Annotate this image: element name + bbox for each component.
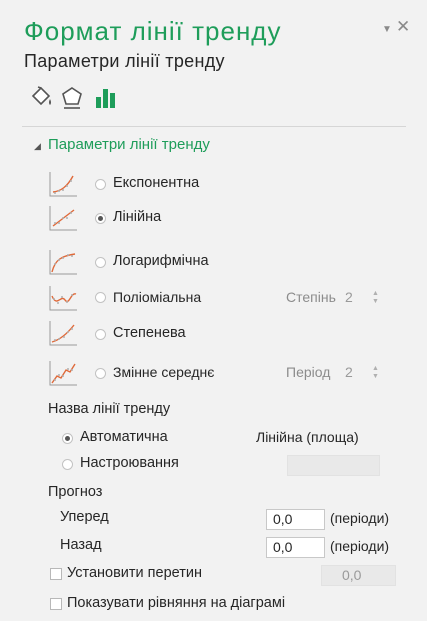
- set-intercept-checkbox[interactable]: [50, 568, 62, 580]
- polynomial-trend-icon: [49, 286, 77, 311]
- fill-bucket-icon[interactable]: [28, 84, 54, 112]
- exponential-radio[interactable]: [95, 179, 106, 190]
- power-trend-icon: [49, 321, 77, 346]
- automatic-name-label[interactable]: Автоматична: [80, 429, 168, 445]
- linear-radio[interactable]: [95, 213, 106, 224]
- logarithmic-radio[interactable]: [95, 257, 106, 268]
- polynomial-radio[interactable]: [95, 292, 106, 303]
- exponential-label[interactable]: Експонентна: [113, 175, 199, 191]
- forward-input[interactable]: 0,0: [266, 509, 325, 530]
- custom-name-radio[interactable]: [62, 459, 73, 470]
- section-title[interactable]: Параметри лінії тренду: [48, 136, 210, 153]
- automatic-name-radio[interactable]: [62, 433, 73, 444]
- pane-title: Формат лінії тренду: [24, 16, 282, 46]
- linear-label[interactable]: Лінійна: [113, 209, 161, 225]
- bar-chart-icon[interactable]: [93, 84, 119, 112]
- moving-average-radio[interactable]: [95, 368, 106, 379]
- format-trendline-pane: Формат лінії тренду ▼ ✕ Параметри лінії …: [0, 0, 427, 621]
- backward-input[interactable]: 0,0: [266, 537, 325, 558]
- set-intercept-label[interactable]: Установити перетин: [67, 565, 202, 581]
- trendline-name-heading: Назва лінії тренду: [48, 401, 171, 417]
- show-equation-checkbox[interactable]: [50, 598, 62, 610]
- pentagon-icon[interactable]: [59, 84, 85, 112]
- polynomial-label[interactable]: Поліоміальна: [113, 289, 201, 305]
- backward-label: Назад: [60, 537, 102, 553]
- custom-name-label[interactable]: Настроювання: [80, 455, 179, 471]
- separator: [22, 126, 406, 127]
- pane-options-icon[interactable]: ▼: [382, 24, 392, 35]
- collapse-triangle-icon[interactable]: ◢: [34, 141, 41, 152]
- logarithmic-label[interactable]: Логарифмічна: [113, 253, 209, 269]
- moving-average-label[interactable]: Змінне середнє: [113, 364, 214, 380]
- moving-average-trend-icon: [49, 361, 77, 386]
- forward-label: Уперед: [60, 509, 109, 525]
- show-equation-label[interactable]: Показувати рівняння на діаграмі: [67, 595, 285, 611]
- logarithmic-trend-icon: [49, 250, 77, 275]
- automatic-name-value: Лінійна (площа): [256, 429, 359, 445]
- order-spinner[interactable]: 2 ▲ ▼: [341, 287, 387, 309]
- intercept-input[interactable]: 0,0: [321, 565, 396, 586]
- pane-subtitle[interactable]: Параметри лінії тренду: [24, 51, 225, 72]
- spin-arrows-icon[interactable]: ▲ ▼: [372, 365, 379, 381]
- power-radio[interactable]: [95, 329, 106, 340]
- order-value[interactable]: 2: [345, 289, 353, 305]
- custom-name-input[interactable]: [287, 455, 380, 476]
- power-label[interactable]: Степенева: [113, 325, 186, 341]
- exponential-trend-icon: [49, 172, 77, 197]
- close-icon[interactable]: ✕: [396, 17, 410, 37]
- backward-units: (періоди): [330, 538, 390, 554]
- spin-arrows-icon[interactable]: ▲ ▼: [372, 290, 379, 306]
- order-label: Степінь: [286, 289, 336, 305]
- period-label: Період: [286, 364, 331, 380]
- period-spinner[interactable]: 2 ▲ ▼: [341, 362, 387, 384]
- period-value[interactable]: 2: [345, 364, 353, 380]
- linear-trend-icon: [49, 206, 77, 231]
- forecast-heading: Прогноз: [48, 484, 103, 500]
- forward-units: (періоди): [330, 510, 390, 526]
